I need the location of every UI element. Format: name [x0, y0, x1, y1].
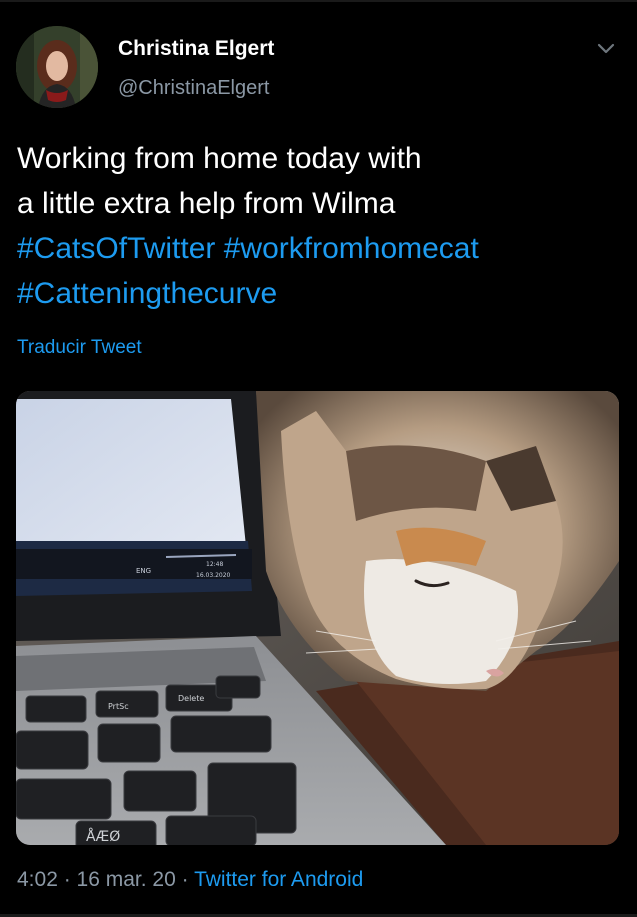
- tweet-source-link[interactable]: Twitter for Android: [194, 868, 363, 891]
- tweet-text: Working from home today with a little ex…: [17, 136, 617, 316]
- top-divider: [0, 0, 637, 2]
- meta-separator: ·: [175, 868, 195, 891]
- hashtag-line: #Catteningthecurve: [17, 271, 617, 316]
- key-prtsc-label: PrtSc: [108, 702, 129, 711]
- tweet-date: 16 mar. 20: [76, 868, 176, 891]
- key-aeo-label: ÅÆØ: [86, 828, 120, 845]
- tweet: Christina Elgert @ChristinaElgert Workin…: [0, 0, 637, 917]
- avatar[interactable]: [16, 26, 98, 108]
- taskbar-time: 12:48: [206, 561, 223, 568]
- author-display-name[interactable]: Christina Elgert: [118, 37, 274, 61]
- tweet-metadata: 4:02 · 16 mar. 20 · Twitter for Android: [17, 868, 363, 892]
- author-handle[interactable]: @ChristinaElgert: [118, 77, 269, 100]
- meta-separator: ·: [57, 868, 77, 891]
- tweet-photo[interactable]: ENG 12:48 16.03.2020 PrtSc Delete ÅÆØ: [16, 391, 619, 845]
- hashtag-link[interactable]: #Catteningthecurve: [17, 277, 277, 310]
- translate-tweet-link[interactable]: Traducir Tweet: [17, 337, 142, 359]
- key-delete-label: Delete: [178, 694, 204, 703]
- hashtag-line: #CatsOfTwitter #workfromhomecat: [17, 226, 617, 271]
- taskbar-lang: ENG: [136, 567, 151, 575]
- tweet-text-line: a little extra help from Wilma: [17, 187, 396, 220]
- taskbar-date: 16.03.2020: [196, 572, 231, 579]
- chevron-down-icon[interactable]: [595, 40, 617, 58]
- tweet-text-line: Working from home today with: [17, 142, 422, 175]
- hashtag-link[interactable]: #CatsOfTwitter: [17, 232, 215, 265]
- tweet-time: 4:02: [17, 868, 58, 891]
- hashtag-link[interactable]: #workfromhomecat: [224, 232, 479, 265]
